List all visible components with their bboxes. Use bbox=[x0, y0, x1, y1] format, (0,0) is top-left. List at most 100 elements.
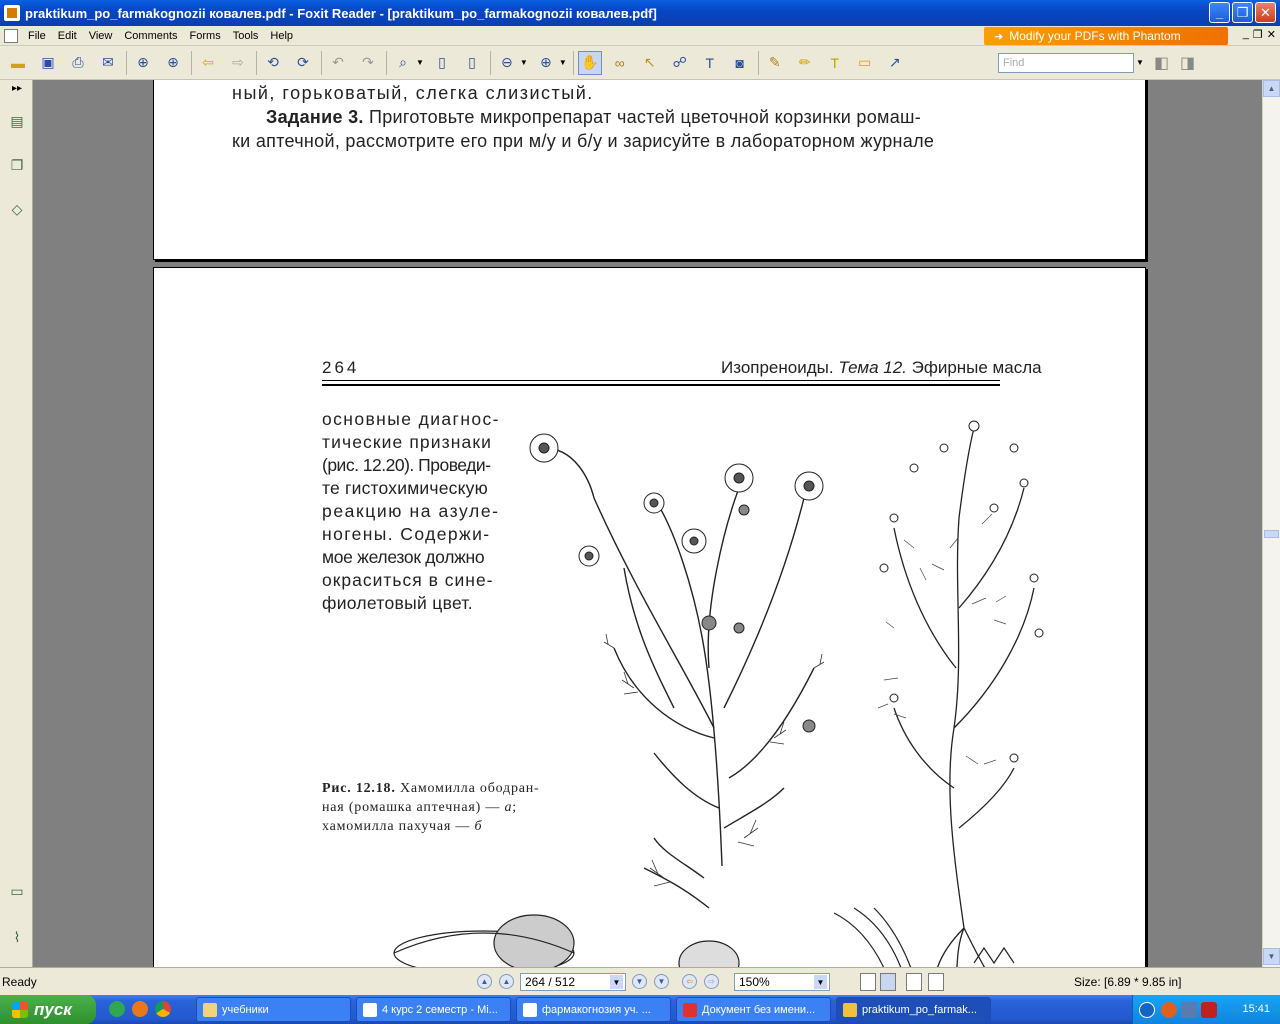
binoculars-icon[interactable]: ☍ bbox=[668, 51, 692, 75]
menu-comments[interactable]: Comments bbox=[118, 30, 183, 42]
text-select-icon[interactable]: T bbox=[698, 51, 722, 75]
undo-icon[interactable]: ↶ bbox=[326, 51, 350, 75]
rotate-right-icon[interactable]: ⟳ bbox=[291, 51, 315, 75]
first-page-icon[interactable]: ▲ bbox=[477, 974, 492, 989]
next-view-icon[interactable]: ⇨ bbox=[704, 974, 719, 989]
scroll-up-icon[interactable]: ▲ bbox=[1263, 80, 1280, 97]
folder-icon bbox=[203, 1002, 217, 1017]
tray-app-icon[interactable] bbox=[1161, 1002, 1177, 1018]
close-button[interactable]: ✕ bbox=[1255, 2, 1276, 23]
doc-close-icon[interactable]: ✕ bbox=[1267, 28, 1276, 41]
pencil-icon[interactable]: ✏ bbox=[793, 51, 817, 75]
task-word-doc[interactable]: 4 курс 2 семестр - Mi... bbox=[356, 997, 511, 1022]
menu-edit[interactable]: Edit bbox=[52, 30, 83, 42]
open-folder-icon[interactable]: ▬ bbox=[6, 51, 30, 75]
zoom-dropdown-icon[interactable]: ▼ bbox=[416, 58, 424, 67]
next-page-icon[interactable]: ⊕ bbox=[161, 51, 185, 75]
network-icon[interactable] bbox=[1181, 1002, 1197, 1018]
zoom-in-circle-icon[interactable]: ⊕ bbox=[534, 51, 558, 75]
select-tool-icon[interactable]: ↖ bbox=[638, 51, 662, 75]
firefox-icon[interactable] bbox=[132, 1001, 148, 1017]
maximize-button[interactable]: ❐ bbox=[1232, 2, 1253, 23]
previous-page-icon[interactable]: ⊕ bbox=[131, 51, 155, 75]
single-page-view-icon[interactable] bbox=[860, 973, 876, 991]
last-page-icon[interactable]: ▼ bbox=[654, 974, 669, 989]
antivirus-icon[interactable] bbox=[1201, 1002, 1217, 1018]
zoom-dropdown-icon[interactable]: ▼ bbox=[814, 975, 827, 989]
menu-tools[interactable]: Tools bbox=[227, 30, 265, 42]
hand-tool-icon[interactable]: ✋ bbox=[577, 50, 602, 75]
quicklaunch-icon[interactable] bbox=[109, 1001, 125, 1017]
start-button[interactable]: пуск bbox=[0, 995, 96, 1024]
text-line: ный, горьковатый, слегка слизистый. bbox=[232, 83, 594, 103]
typewriter-icon[interactable]: T bbox=[823, 51, 847, 75]
status-bar: Ready ▲ ▲ 264 / 512 ▼ ▼ ▼ ⇦ ⇨ 150% ▼ Siz… bbox=[0, 967, 1280, 995]
find-next-icon[interactable]: ◨ bbox=[1180, 53, 1195, 73]
continuous-facing-view-icon[interactable] bbox=[928, 973, 944, 991]
snapshot-icon[interactable]: ◙ bbox=[728, 51, 752, 75]
scroll-down-icon[interactable]: ▼ bbox=[1263, 948, 1280, 965]
task-word-doc-2[interactable]: фармакогнозия уч. ... bbox=[516, 997, 671, 1022]
chrome-icon[interactable] bbox=[155, 1001, 171, 1017]
body-line: окраситься в сине- bbox=[322, 570, 494, 590]
rotate-left-icon[interactable]: ⟲ bbox=[261, 51, 285, 75]
menu-forms[interactable]: Forms bbox=[184, 30, 227, 42]
page-dropdown-icon[interactable]: ▼ bbox=[610, 975, 623, 989]
vertical-scrollbar[interactable]: ▲ ▼ bbox=[1262, 80, 1280, 967]
doc-minimize-icon[interactable]: _ bbox=[1243, 28, 1249, 41]
doc-restore-icon[interactable]: ❐ bbox=[1253, 28, 1263, 41]
previous-view-icon[interactable]: ⇦ bbox=[682, 974, 697, 989]
document-view[interactable]: ный, горьковатый, слегка слизистый. Зада… bbox=[33, 80, 1262, 967]
continuous-view-icon[interactable] bbox=[880, 973, 896, 991]
zoom-out-dropdown-icon[interactable]: ▼ bbox=[520, 58, 528, 67]
loupe-icon[interactable]: ∞ bbox=[608, 51, 632, 75]
find-dropdown-icon[interactable]: ▼ bbox=[1136, 58, 1144, 67]
zoom-out-circle-icon[interactable]: ⊖ bbox=[495, 51, 519, 75]
caption-text: ная (ромашка аптечная) — bbox=[322, 800, 505, 815]
foxit-icon bbox=[843, 1002, 857, 1017]
expand-panel-icon[interactable]: ▸▸ bbox=[12, 83, 22, 94]
note-tool-icon[interactable]: ✎ bbox=[763, 51, 787, 75]
task-uchebniki[interactable]: учебники bbox=[196, 997, 351, 1022]
facing-view-icon[interactable] bbox=[906, 973, 922, 991]
forward-arrow-icon[interactable]: ⇨ bbox=[226, 51, 250, 75]
title-bar[interactable]: praktikum_po_farmakognozii ковалев.pdf -… bbox=[0, 0, 1280, 26]
minimize-button[interactable]: _ bbox=[1209, 2, 1230, 23]
print-icon[interactable]: ⎙ bbox=[66, 51, 90, 75]
zoom-in-icon[interactable]: ⌕ bbox=[391, 51, 415, 75]
menu-help[interactable]: Help bbox=[264, 30, 299, 42]
next-page-icon[interactable]: ▼ bbox=[632, 974, 647, 989]
redo-icon[interactable]: ↷ bbox=[356, 51, 380, 75]
task-browser[interactable]: Документ без имени... bbox=[676, 997, 831, 1022]
comment-icon[interactable]: ▭ bbox=[853, 51, 877, 75]
zoom-in-dropdown-icon[interactable]: ▼ bbox=[559, 58, 567, 67]
task-foxit[interactable]: praktikum_po_farmak... bbox=[836, 997, 991, 1022]
fit-page-icon[interactable]: ▯ bbox=[430, 51, 454, 75]
attachments-icon[interactable]: ⌇ bbox=[7, 926, 27, 948]
prev-page-icon[interactable]: ▲ bbox=[499, 974, 514, 989]
zoom-level-field[interactable]: 150% ▼ bbox=[734, 973, 830, 991]
arrow-tool-icon[interactable]: ↗ bbox=[883, 51, 907, 75]
phantom-promo-banner[interactable]: ➜ Modify your PDFs with Phantom bbox=[984, 27, 1228, 45]
bookmarks-icon[interactable]: ▤ bbox=[7, 110, 27, 132]
find-previous-icon[interactable]: ◧ bbox=[1154, 53, 1169, 73]
comments-panel-icon[interactable]: ▭ bbox=[7, 880, 27, 902]
caption-text: б bbox=[474, 819, 483, 834]
scroll-thumb[interactable] bbox=[1264, 530, 1279, 538]
foxit-app-icon bbox=[4, 5, 20, 21]
tray-arrow-icon[interactable] bbox=[1139, 1002, 1155, 1018]
pages-icon[interactable]: ❐ bbox=[7, 154, 27, 176]
email-icon[interactable]: ✉ bbox=[96, 51, 120, 75]
menu-file[interactable]: File bbox=[22, 30, 52, 42]
menu-view[interactable]: View bbox=[83, 30, 119, 42]
document-icon[interactable] bbox=[4, 28, 18, 43]
page-number-field[interactable]: 264 / 512 ▼ bbox=[520, 973, 626, 991]
toolbar-separator bbox=[386, 50, 387, 75]
find-input[interactable]: Find bbox=[998, 53, 1134, 73]
task-label: Документ без имени... bbox=[702, 1003, 816, 1016]
layers-icon[interactable]: ◇ bbox=[7, 198, 27, 220]
save-icon[interactable]: ▣ bbox=[36, 51, 60, 75]
flower-detail-illustration bbox=[393, 907, 1015, 967]
fit-width-icon[interactable]: ▯ bbox=[460, 51, 484, 75]
back-arrow-icon[interactable]: ⇦ bbox=[196, 51, 220, 75]
